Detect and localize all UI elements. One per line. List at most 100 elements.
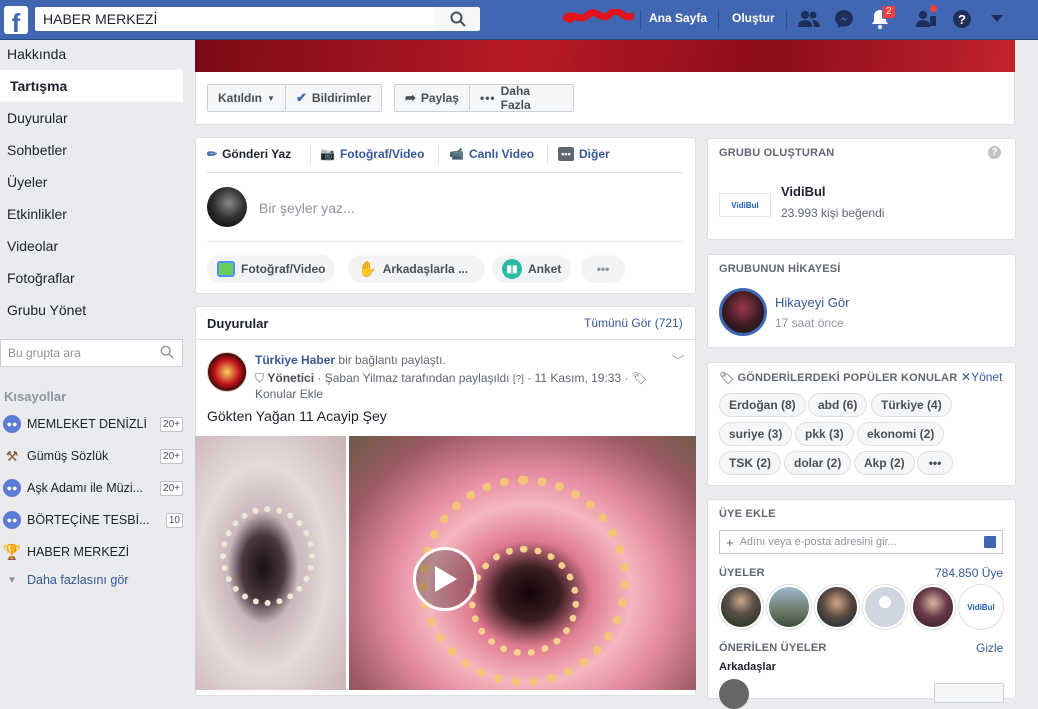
member-avatar[interactable] (815, 585, 859, 629)
add-topics-link[interactable]: Konular Ekle (255, 387, 323, 401)
group-search-input[interactable]: Bu grupta ara (0, 339, 183, 367)
shortcut-count-badge: 20+ (160, 480, 183, 496)
topic-tag[interactable]: Türkiye (4) (871, 393, 952, 417)
shortcut-item[interactable]: 🏆 HABER MERKEZİ (3, 539, 183, 565)
request-indicator-dot (929, 4, 938, 13)
manage-topics-link[interactable]: ✕Yönet (961, 370, 1002, 384)
shield-icon: ⛉ (255, 371, 265, 385)
more-actions-button[interactable]: ••• (581, 255, 625, 283)
tab-photo-video[interactable]: 📷 Fotoğraf/Video (320, 147, 424, 161)
composer-input[interactable]: Bir şeyler yaz... (259, 200, 355, 216)
profile-name-redaction[interactable] (562, 9, 634, 27)
see-story-link[interactable]: Hikayeyi Gör (775, 295, 849, 310)
tab-other[interactable]: ••• Diğer (558, 147, 610, 161)
shortcut-count-badge: 20+ (160, 416, 183, 432)
divider (207, 172, 683, 173)
topic-tag[interactable]: suriye (3) (719, 422, 793, 446)
group-icon: ●● (3, 511, 21, 529)
tag-icon: 🏷 (631, 371, 648, 385)
nav-photos[interactable]: Fotoğraflar (0, 262, 183, 294)
facebook-logo-icon[interactable]: f (4, 6, 28, 34)
help-icon[interactable]: ? (988, 146, 1001, 159)
member-avatar-placeholder[interactable] (863, 585, 907, 629)
nav-chats[interactable]: Sohbetler (0, 134, 183, 166)
more-box-icon: ••• (558, 147, 574, 161)
nav-videos[interactable]: Videolar (0, 230, 183, 262)
caret-down-icon: ▼ (267, 93, 275, 103)
more-button[interactable]: ••• Daha Fazla (469, 84, 574, 112)
topic-tag[interactable]: Akp (2) (854, 451, 915, 475)
topic-tag[interactable]: ekonomi (2) (857, 422, 945, 446)
member-avatar-vidibul[interactable]: VidiBul (959, 585, 1003, 629)
topic-tag[interactable]: pkk (3) (795, 422, 854, 446)
search-icon[interactable] (160, 345, 174, 359)
nav-about[interactable]: Hakkında (0, 38, 183, 70)
post-timestamp[interactable]: 11 Kasım, 19:33 (535, 371, 622, 385)
tab-separator (438, 146, 439, 164)
friend-requests-icon[interactable] (797, 7, 821, 31)
member-avatar[interactable] (767, 585, 811, 629)
tab-write-post[interactable]: ✏ Gönderi Yaz (207, 147, 291, 161)
topic-tag[interactable]: abd (6) (808, 393, 868, 417)
action-label: Fotoğraf/Video (241, 262, 326, 276)
tag-friends-action[interactable]: ✋ Arkadaşlarla ... (348, 255, 485, 283)
shortcut-label: Gümüş Sözlük (27, 449, 109, 463)
camera-icon: 📷 (320, 147, 335, 161)
creator-heading: GRUBU OLUŞTURAN (719, 147, 835, 159)
create-link[interactable]: Oluştur (732, 11, 775, 25)
vidibul-logo[interactable]: VidiBul (719, 193, 771, 217)
add-member-input[interactable]: + Adını veya e-posta adresini gir... (719, 530, 1003, 554)
shortcut-item[interactable]: ⚒ Gümüş Sözlük 20+ (3, 443, 183, 469)
nav-discussion[interactable]: Tartışma (0, 70, 183, 102)
see-all-announcements-link[interactable]: Tümünü Gör (721) (584, 316, 683, 330)
topic-tag[interactable]: dolar (2) (784, 451, 852, 475)
shortcut-item[interactable]: ●● BÖRTEÇİNE TESBİ... 10 (3, 507, 183, 533)
story-avatar[interactable] (719, 288, 767, 336)
member-avatar[interactable] (719, 585, 763, 629)
friends-subheading: Arkadaşlar (719, 661, 776, 673)
cover-photo[interactable] (195, 40, 1015, 72)
post-image-left[interactable] (195, 436, 346, 690)
add-suggested-member-button[interactable] (934, 683, 1004, 703)
nav-announcements[interactable]: Duyurular (0, 102, 183, 134)
see-more-shortcuts[interactable]: ▼ Daha fazlasını gör (3, 567, 183, 593)
account-menu-chevron-icon[interactable] (985, 7, 1009, 31)
page-avatar[interactable] (207, 352, 247, 392)
nav-members[interactable]: Üyeler (0, 166, 183, 198)
members-count-link[interactable]: 784.850 Üye (935, 566, 1003, 580)
user-avatar[interactable] (207, 187, 247, 227)
help-link[interactable]: [?] (513, 374, 524, 385)
shortcut-item[interactable]: ●● MEMLEKET DENİZLİ 20+ (3, 411, 183, 437)
creator-name[interactable]: VidiBul (781, 184, 826, 199)
post-options-chevron-icon[interactable]: ﹀ (672, 352, 684, 369)
shortcut-item[interactable]: ●● Aşk Adamı ile Müzi... 20+ (3, 475, 183, 501)
messenger-icon[interactable] (832, 7, 856, 31)
topic-tag[interactable]: TSK (2) (719, 451, 781, 475)
topic-tag[interactable]: Erdoğan (8) (719, 393, 806, 417)
share-button[interactable]: ➦ Paylaş (394, 84, 470, 112)
poll-action[interactable]: ▮▮ Anket (492, 255, 572, 283)
home-link[interactable]: Ana Sayfa (649, 11, 707, 25)
member-avatar[interactable] (911, 585, 955, 629)
post-video-thumbnail[interactable] (349, 436, 696, 690)
share-arrow-icon: ➦ (405, 90, 416, 105)
nav-events[interactable]: Etkinlikler (0, 198, 183, 230)
action-label: Arkadaşlarla ... (382, 262, 469, 276)
more-topics-button[interactable]: ••• (917, 451, 953, 475)
search-button[interactable] (435, 7, 480, 31)
search-input[interactable]: HABER MERKEZİ (35, 7, 435, 31)
notifications-button[interactable]: ✔ Bildirimler (285, 84, 382, 112)
play-button[interactable] (413, 547, 477, 611)
hide-suggestions-link[interactable]: Gizle (976, 641, 1003, 655)
photo-video-action[interactable]: Fotoğraf/Video (207, 255, 336, 283)
notification-count-badge: 2 (882, 5, 896, 19)
post-author-link[interactable]: Türkiye Haber (255, 353, 335, 367)
divider (207, 241, 683, 242)
nav-manage-group[interactable]: Grubu Yönet (0, 294, 183, 326)
tab-live-video[interactable]: 📹 Canlı Video (449, 147, 534, 161)
suggested-member-avatar[interactable] (719, 679, 749, 709)
help-icon[interactable]: ? (950, 7, 974, 31)
joined-button[interactable]: Katıldın ▼ (207, 84, 286, 112)
contacts-icon[interactable] (984, 536, 996, 548)
post-text: Gökten Yağan 11 Acayip Şey (207, 408, 387, 424)
